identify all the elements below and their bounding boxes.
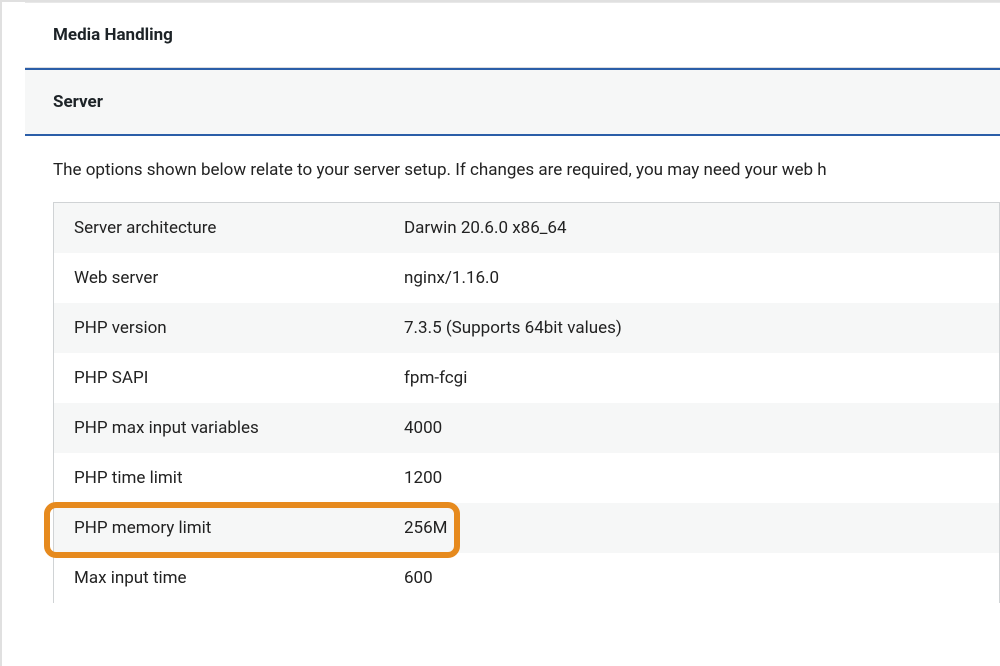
table-row: Web server nginx/1.16.0 <box>54 253 999 303</box>
row-value: 1200 <box>404 468 442 488</box>
row-label: PHP time limit <box>74 468 404 488</box>
row-label: PHP max input variables <box>74 418 404 438</box>
row-value: 600 <box>404 568 433 588</box>
row-label: Server architecture <box>74 218 404 238</box>
server-description: The options shown below relate to your s… <box>25 136 1000 202</box>
row-label: PHP version <box>74 318 404 338</box>
table-row: PHP SAPI fpm-fcgi <box>54 353 999 403</box>
table-row: Server architecture Darwin 20.6.0 x86_64 <box>54 203 999 253</box>
row-label: Max input time <box>74 568 404 588</box>
row-value: nginx/1.16.0 <box>404 268 499 288</box>
row-value: 4000 <box>404 418 442 438</box>
table-row: PHP time limit 1200 <box>54 453 999 503</box>
row-value: 7.3.5 (Supports 64bit values) <box>404 318 622 338</box>
row-label: Web server <box>74 268 404 288</box>
server-label: Server <box>53 92 103 112</box>
media-handling-label: Media Handling <box>53 25 173 45</box>
section-header-media-handling[interactable]: Media Handling <box>25 2 1000 68</box>
row-value: fpm-fcgi <box>404 368 467 388</box>
section-header-server[interactable]: Server <box>25 68 1000 136</box>
table-row: PHP version 7.3.5 (Supports 64bit values… <box>54 303 999 353</box>
row-label: PHP memory limit <box>74 518 404 538</box>
table-row: Max input time 600 <box>54 553 999 603</box>
row-label: PHP SAPI <box>74 368 404 388</box>
table-row-php-memory-limit: PHP memory limit 256M <box>54 503 999 553</box>
server-info-table: Server architecture Darwin 20.6.0 x86_64… <box>53 202 1000 603</box>
table-row: PHP max input variables 4000 <box>54 403 999 453</box>
row-value: Darwin 20.6.0 x86_64 <box>404 218 567 238</box>
row-value: 256M <box>404 518 448 538</box>
